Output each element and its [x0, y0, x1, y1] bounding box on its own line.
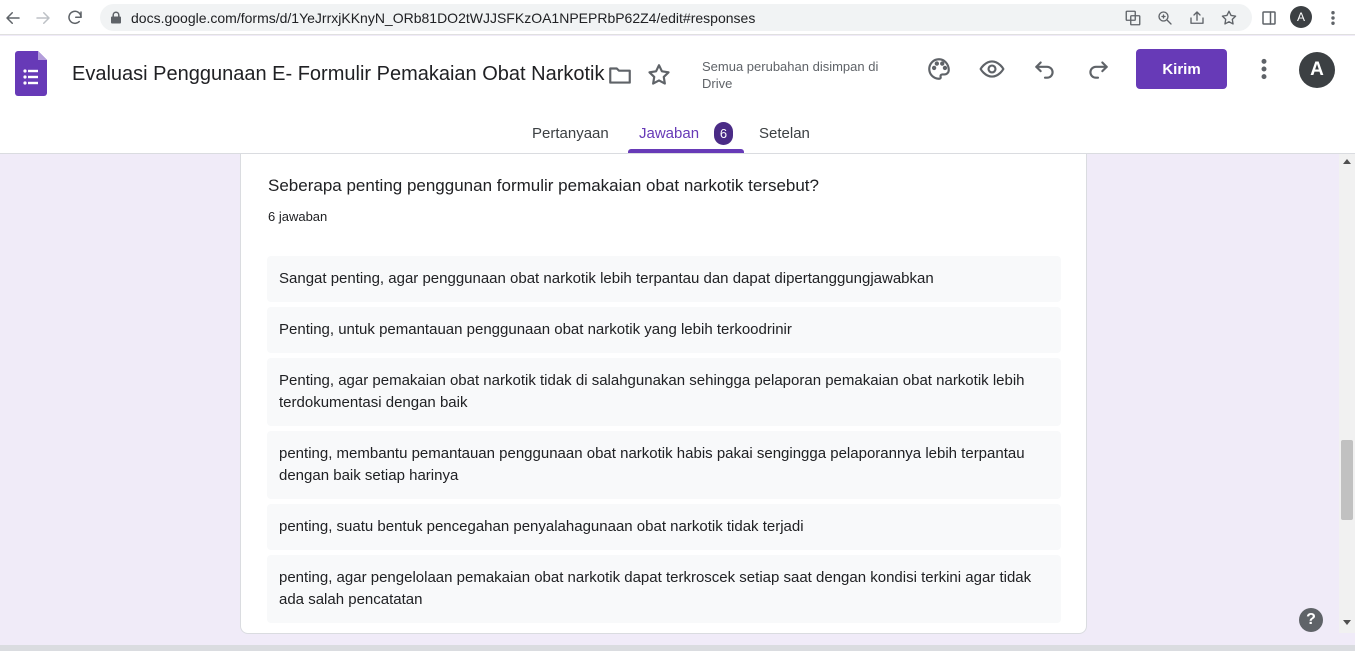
- account-avatar[interactable]: A: [1299, 52, 1335, 88]
- back-icon[interactable]: [2, 7, 24, 29]
- forward-icon[interactable]: [32, 7, 54, 29]
- response-item: penting, membantu pemantauan penggunaan …: [267, 431, 1061, 499]
- tab-responses[interactable]: Jawaban: [639, 125, 699, 142]
- save-status: Semua perubahan disimpan di Drive: [702, 59, 879, 91]
- side-panel-icon[interactable]: [1258, 7, 1280, 29]
- translate-icon[interactable]: [1124, 9, 1142, 27]
- url-text: docs.google.com/forms/d/1YeJrrxjKKnyN_OR…: [131, 10, 756, 26]
- scroll-up-arrow-icon[interactable]: [1343, 159, 1351, 164]
- zoom-icon[interactable]: [1156, 9, 1174, 27]
- response-count: 6 jawaban: [268, 209, 328, 224]
- tab-questions[interactable]: Pertanyaan: [532, 125, 609, 142]
- form-title[interactable]: Evaluasi Penggunaan E- Formulir Pemakaia…: [72, 63, 604, 86]
- response-item: penting, agar pengelolaan pemakaian obat…: [267, 555, 1061, 623]
- bottom-edge: [0, 645, 1355, 651]
- responses-count-badge: 6: [714, 122, 733, 145]
- google-forms-logo-icon[interactable]: [15, 51, 47, 96]
- move-to-folder-icon[interactable]: [607, 62, 633, 88]
- reload-icon[interactable]: [64, 7, 86, 29]
- response-item: Penting, untuk pemantauan penggunaan oba…: [267, 307, 1061, 353]
- page-scrollbar[interactable]: [1339, 154, 1355, 633]
- help-icon[interactable]: ?: [1299, 608, 1323, 632]
- response-item: Penting, agar pemakaian obat narkotik ti…: [267, 358, 1061, 426]
- response-item: penting, suatu bentuk pencegahan penyala…: [267, 504, 1061, 550]
- question-title: Seberapa penting penggunan formulir pema…: [268, 176, 819, 195]
- browser-toolbar: docs.google.com/forms/d/1YeJrrxjKKnyN_OR…: [0, 0, 1355, 35]
- address-bar[interactable]: docs.google.com/forms/d/1YeJrrxjKKnyN_OR…: [100, 4, 1252, 31]
- send-button[interactable]: Kirim: [1136, 49, 1227, 89]
- response-list: Sangat penting, agar penggunaan obat nar…: [267, 256, 1061, 628]
- tab-settings[interactable]: Setelan: [759, 125, 810, 142]
- active-tab-indicator: [628, 149, 744, 153]
- forms-header: Evaluasi Penggunaan E- Formulir Pemakaia…: [0, 36, 1355, 154]
- bookmark-star-icon[interactable]: [1220, 9, 1238, 27]
- browser-profile-avatar[interactable]: A: [1290, 6, 1312, 28]
- redo-icon[interactable]: [1085, 56, 1111, 82]
- question-summary-card: Seberapa penting penggunan formulir pema…: [240, 154, 1087, 634]
- more-options-icon[interactable]: [1251, 56, 1277, 82]
- preview-eye-icon[interactable]: [979, 56, 1005, 82]
- share-icon[interactable]: [1188, 9, 1206, 27]
- lock-icon: [111, 11, 121, 24]
- scroll-down-arrow-icon[interactable]: [1343, 620, 1351, 625]
- response-item: Sangat penting, agar penggunaan obat nar…: [267, 256, 1061, 302]
- palette-icon[interactable]: [926, 56, 952, 82]
- undo-icon[interactable]: [1032, 56, 1058, 82]
- browser-menu-icon[interactable]: [1322, 7, 1344, 29]
- star-icon[interactable]: [646, 62, 672, 88]
- scrollbar-thumb[interactable]: [1341, 440, 1353, 520]
